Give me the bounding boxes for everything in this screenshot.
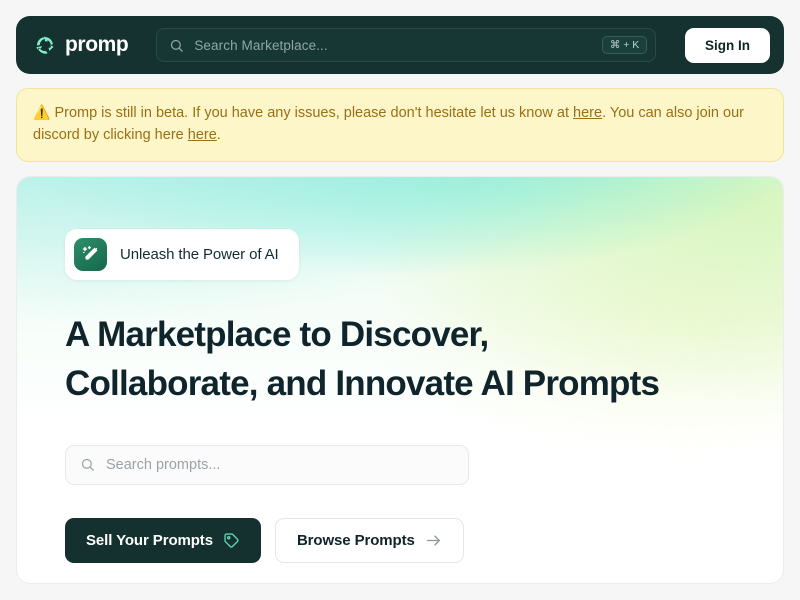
beta-notice-banner: ⚠️ Promp is still in beta. If you have an…: [16, 88, 784, 162]
prompt-search-placeholder: Search prompts...: [106, 456, 221, 473]
search-icon: [169, 38, 184, 53]
browse-button-label: Browse Prompts: [296, 531, 415, 549]
headline-line-2: Collaborate, and Innovate AI Prompts: [65, 364, 660, 404]
page-title: A Marketplace to Discover, Collaborate, …: [65, 310, 735, 409]
page-root: promp Search Marketplace... ⌘ + K Sign I…: [0, 0, 800, 600]
browse-prompts-button[interactable]: Browse Prompts: [274, 517, 464, 563]
hero-content: Unleash the Power of AI A Marketplace to…: [17, 177, 783, 563]
arrow-right-icon: [425, 532, 442, 549]
banner-text-1: Promp is still in beta. If you have any …: [54, 105, 574, 121]
brand-name: promp: [65, 33, 129, 56]
hero-badge-label: Unleash the Power of AI: [120, 245, 279, 263]
headline-line-1: A Marketplace to Discover,: [65, 314, 489, 354]
search-icon: [80, 457, 95, 472]
sell-button-label: Sell Your Prompts: [86, 531, 213, 549]
sell-your-prompts-button[interactable]: Sell Your Prompts: [65, 517, 261, 563]
sign-in-button[interactable]: Sign In: [685, 27, 770, 63]
banner-link-discord[interactable]: here: [188, 127, 217, 143]
hero-badge: Unleash the Power of AI: [65, 228, 299, 280]
magic-wand-icon: [74, 237, 107, 271]
recycle-arrows-icon: [34, 34, 56, 56]
top-navbar: promp Search Marketplace... ⌘ + K Sign I…: [16, 16, 784, 74]
search-shortcut-badge: ⌘ + K: [601, 35, 648, 55]
hero-section: Unleash the Power of AI A Marketplace to…: [16, 175, 784, 584]
hero-cta-row: Sell Your Prompts Browse Prompts: [65, 517, 735, 563]
banner-text-3: .: [216, 126, 221, 143]
warning-icon: ⚠️: [33, 104, 51, 120]
prompt-search-input[interactable]: Search prompts...: [65, 444, 469, 485]
brand-logo-link[interactable]: promp: [34, 33, 129, 57]
marketplace-search-placeholder: Search Marketplace...: [194, 37, 328, 53]
marketplace-search-input[interactable]: Search Marketplace... ⌘ + K: [156, 28, 657, 62]
banner-link-issues[interactable]: here: [573, 105, 602, 121]
tag-icon: [223, 532, 240, 549]
